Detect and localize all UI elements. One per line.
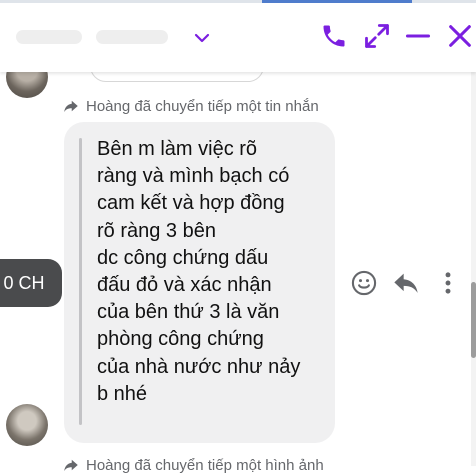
forward-notice-text: Hoàng đã chuyển tiếp một tin nhắn — [86, 97, 319, 115]
scrollbar-thumb[interactable] — [471, 282, 476, 358]
more-icon[interactable] — [434, 269, 462, 297]
forward-notice-text: Hoàng đã chuyển tiếp một hình ảnh — [86, 456, 324, 474]
chevron-down-icon[interactable] — [192, 28, 212, 48]
forward-notice: Hoàng đã chuyển tiếp một tin nhắn — [62, 95, 402, 117]
redacted-name — [96, 30, 168, 44]
scrollbar-track[interactable] — [471, 72, 476, 466]
timestamp-tooltip: 0 CH — [0, 259, 62, 307]
phone-icon[interactable] — [320, 22, 348, 50]
maximize-icon[interactable] — [363, 22, 391, 50]
smiley-icon[interactable] — [350, 269, 378, 297]
forward-icon — [64, 100, 78, 112]
top-strip — [0, 0, 476, 3]
forward-notice: Hoàng đã chuyển tiếp một hình ảnh — [62, 454, 402, 476]
minimize-icon[interactable] — [404, 22, 432, 50]
redacted-name — [16, 30, 82, 44]
chat-header — [0, 0, 476, 72]
reply-icon[interactable] — [392, 269, 420, 297]
forward-icon — [64, 459, 78, 471]
quote-bar — [79, 138, 82, 425]
message-text: Bên m làm việc rõ ràng và mình bạch có c… — [97, 138, 301, 405]
close-icon[interactable] — [446, 22, 474, 50]
avatar[interactable] — [6, 404, 48, 446]
